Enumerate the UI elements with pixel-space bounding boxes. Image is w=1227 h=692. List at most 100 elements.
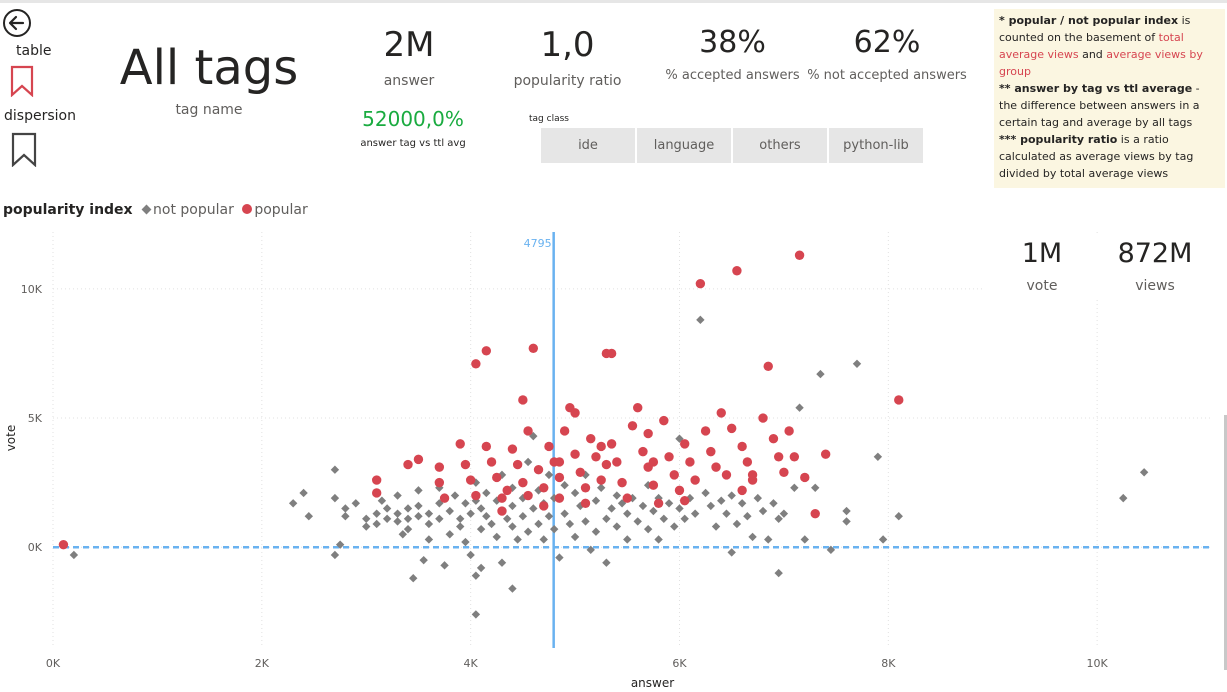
kpi-not-accepted-label: % not accepted answers xyxy=(807,68,967,83)
data-point-popular xyxy=(747,470,758,480)
data-point-popular xyxy=(716,408,726,418)
data-point-not-popular xyxy=(497,558,507,567)
data-point-not-popular xyxy=(544,470,554,480)
legend-popular-label[interactable]: popular xyxy=(254,202,307,218)
data-point-not-popular xyxy=(508,501,517,511)
data-point-not-popular xyxy=(748,532,757,542)
reference-line-label: 4795 xyxy=(524,237,552,250)
data-point-not-popular xyxy=(670,522,679,531)
kpi-accepted-label: % accepted answers xyxy=(665,68,800,83)
data-point-not-popular xyxy=(706,501,716,511)
data-point-not-popular xyxy=(382,504,392,513)
data-point-popular xyxy=(768,434,779,444)
data-point-popular xyxy=(773,452,784,462)
data-point-not-popular xyxy=(393,517,402,526)
data-point-not-popular xyxy=(816,369,825,379)
data-point-not-popular xyxy=(393,509,402,518)
data-point-not-popular xyxy=(471,610,481,619)
nav-table-button[interactable] xyxy=(10,65,34,98)
data-point-popular xyxy=(706,446,716,457)
data-point-popular xyxy=(502,485,512,496)
data-point-popular xyxy=(575,467,585,477)
y-tick-label: 5K xyxy=(28,412,43,425)
data-point-popular xyxy=(507,444,518,454)
data-point-popular xyxy=(58,539,69,550)
data-point-not-popular xyxy=(774,514,783,524)
data-point-not-popular xyxy=(456,514,465,524)
back-arrow-icon xyxy=(3,9,31,37)
data-point-not-popular xyxy=(732,519,742,529)
data-point-not-popular xyxy=(743,512,752,521)
data-point-popular xyxy=(820,449,831,459)
data-point-not-popular xyxy=(560,481,569,490)
data-point-not-popular xyxy=(518,512,528,521)
data-point-not-popular xyxy=(330,493,340,503)
data-point-popular xyxy=(455,439,465,449)
data-point-not-popular xyxy=(419,555,428,565)
data-point-not-popular xyxy=(596,483,606,493)
legend-not-popular-label[interactable]: not popular xyxy=(153,202,234,218)
data-point-not-popular xyxy=(591,496,601,505)
data-point-not-popular xyxy=(779,509,789,518)
kpi-not-accepted-value: 62% xyxy=(853,25,921,60)
data-point-popular xyxy=(894,395,904,405)
data-point-not-popular xyxy=(764,535,773,544)
nav-dispersion-button[interactable] xyxy=(11,132,37,168)
data-point-not-popular xyxy=(680,514,689,524)
x-tick-label: 2K xyxy=(255,657,270,670)
data-point-popular xyxy=(622,493,632,503)
data-point-not-popular xyxy=(795,403,804,412)
data-point-not-popular xyxy=(487,519,496,529)
data-point-popular xyxy=(539,483,549,493)
legend-not-popular-marker-icon xyxy=(141,204,152,215)
data-point-not-popular xyxy=(659,514,669,524)
slicer-option-ide[interactable]: ide xyxy=(541,128,635,163)
data-point-popular xyxy=(617,477,627,488)
data-point-not-popular xyxy=(466,550,475,560)
data-point-not-popular xyxy=(555,553,564,562)
data-point-not-popular xyxy=(534,519,543,529)
data-point-not-popular xyxy=(403,504,413,513)
data-point-not-popular xyxy=(623,535,632,544)
back-button[interactable] xyxy=(2,8,32,38)
data-point-popular xyxy=(638,446,648,457)
data-point-not-popular xyxy=(727,548,736,557)
data-point-not-popular xyxy=(717,496,726,505)
data-point-not-popular xyxy=(873,452,883,461)
data-point-not-popular xyxy=(643,524,653,534)
data-point-not-popular xyxy=(690,509,700,518)
x-tick-label: 0K xyxy=(46,657,61,670)
data-point-not-popular xyxy=(560,509,569,518)
data-point-popular xyxy=(580,498,591,509)
data-point-not-popular xyxy=(842,506,851,516)
data-point-not-popular xyxy=(523,527,533,536)
nav-dispersion-label: dispersion xyxy=(4,108,76,124)
data-point-popular xyxy=(523,490,533,501)
data-point-popular xyxy=(471,490,481,501)
data-point-popular xyxy=(596,441,606,452)
data-point-popular xyxy=(434,477,445,488)
slicer-option-others[interactable]: others xyxy=(733,128,827,163)
slicer-option-language[interactable]: language xyxy=(637,128,731,163)
data-point-popular xyxy=(533,465,544,475)
data-point-popular xyxy=(371,475,382,485)
data-point-popular xyxy=(659,415,669,426)
data-point-popular xyxy=(758,413,768,423)
data-point-not-popular xyxy=(471,571,481,580)
data-point-not-popular xyxy=(523,457,533,467)
data-point-not-popular xyxy=(482,488,491,498)
data-point-not-popular xyxy=(790,483,799,493)
data-point-not-popular xyxy=(476,524,486,534)
data-point-popular xyxy=(554,493,565,503)
data-point-not-popular xyxy=(372,509,381,518)
data-point-popular xyxy=(680,496,690,506)
data-point-popular xyxy=(732,266,742,276)
data-point-not-popular xyxy=(503,514,512,524)
data-point-not-popular xyxy=(878,535,888,544)
data-point-not-popular xyxy=(607,504,616,513)
data-point-not-popular xyxy=(612,491,622,500)
slicer-option-python-lib[interactable]: python-lib xyxy=(829,128,923,163)
data-point-popular xyxy=(554,472,565,483)
kpi-popularity-ratio-label: popularity ratio xyxy=(513,73,622,89)
data-point-popular xyxy=(690,475,700,485)
